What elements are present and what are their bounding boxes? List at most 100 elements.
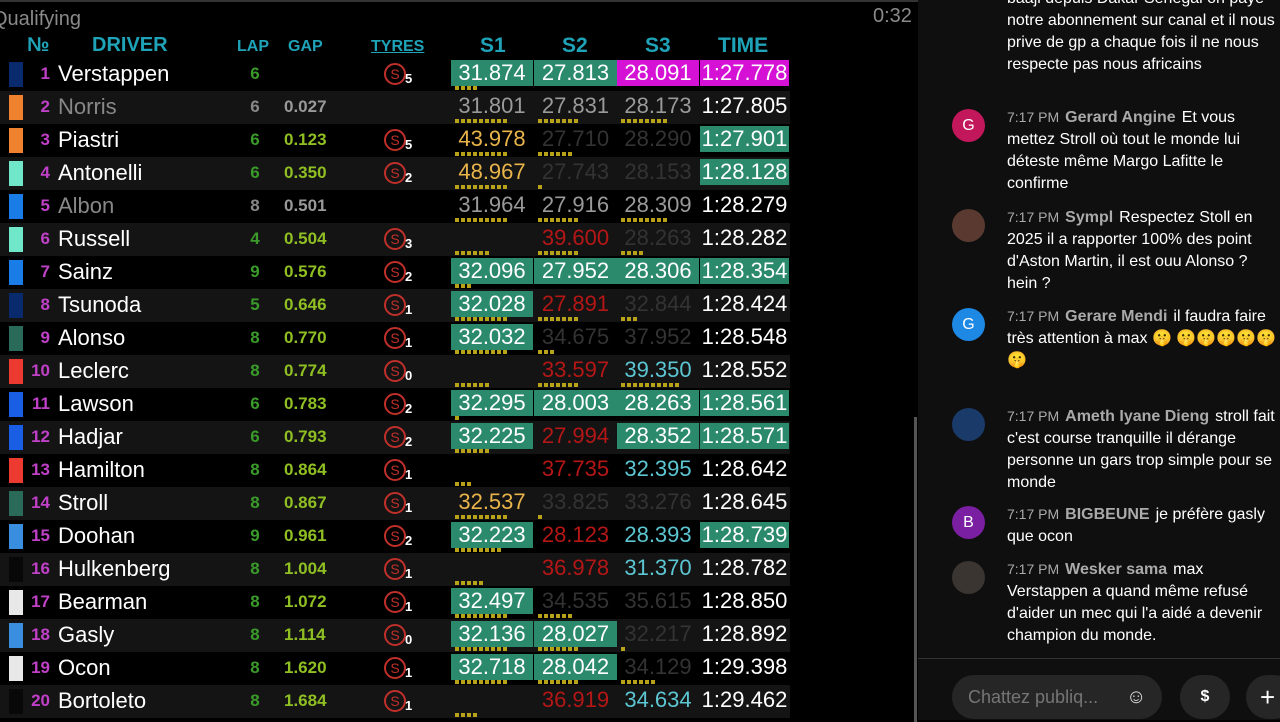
soft-tyre-icon: S: [384, 657, 406, 679]
mini-sector-dot: [657, 218, 661, 222]
table-row[interactable]: 12 Hadjar 6 0.793 S 2 32.225 27.994 28.352 1:28.5…: [0, 421, 790, 454]
lap-time: 1:28.128: [700, 159, 789, 185]
mini-sector-indicators: [455, 581, 537, 585]
gap-value: 0.576: [284, 262, 327, 281]
mini-sector-dot: [538, 515, 542, 519]
avatar[interactable]: [952, 561, 985, 594]
sector-2-time: 28.027: [534, 621, 617, 647]
message-author[interactable]: BIGBEUNE: [1065, 506, 1149, 523]
mini-sector-dot: [467, 119, 471, 123]
gap-value: 0.350: [284, 163, 327, 182]
sector-1-time: 32.295: [451, 390, 533, 416]
mini-sector-dot: [503, 317, 507, 321]
soft-tyre-icon: S: [384, 393, 406, 415]
plus-button[interactable]: +: [1246, 675, 1280, 719]
driver-name: Doohan: [58, 523, 136, 548]
mini-sector-dot: [568, 218, 572, 222]
message-author[interactable]: Gerare Mendi: [1065, 308, 1167, 325]
sector-3-time: 39.350: [624, 357, 692, 382]
sector-2-time: 39.600: [541, 225, 610, 250]
avatar[interactable]: G: [952, 109, 985, 142]
lap-count: 8: [250, 493, 260, 512]
super-chat-button[interactable]: $: [1180, 675, 1230, 719]
team-color-bar: [9, 293, 23, 318]
mini-sector-dot: [461, 647, 465, 651]
table-row[interactable]: 9 Alonso 8 0.770 S 1 32.032 34.675 37.952 1:28.54…: [0, 322, 790, 355]
table-row[interactable]: 20 Bortoleto 8 1.684 S 1 36.919 34.634 1:29.462: [0, 685, 790, 718]
tyre-age: 1: [405, 665, 413, 680]
lap-count: 9: [250, 526, 260, 545]
mini-sector-dot: [455, 416, 459, 420]
message-author[interactable]: Gerard Angine: [1065, 109, 1176, 126]
table-row[interactable]: 18 Gasly 8 1.114 S 0 32.136 28.027 32.217 1:28.89…: [0, 619, 790, 652]
sector-2-time: 37.735: [541, 456, 610, 481]
table-row[interactable]: 6 Russell 4 0.504 S 3 39.600 28.263 1:28.282: [0, 223, 790, 256]
emoji-icon[interactable]: ☺: [1126, 686, 1146, 709]
table-row[interactable]: 2 Norris 6 0.027 31.801 27.831 28.173 1:27.805: [0, 91, 790, 124]
scrollbar[interactable]: [914, 417, 917, 722]
avatar[interactable]: G: [952, 308, 985, 341]
position: 17: [31, 592, 50, 611]
table-row[interactable]: 1 Verstappen 6 S 5 31.874 27.813 28.091 1:27.778: [0, 58, 790, 91]
avatar[interactable]: B: [952, 506, 985, 539]
mini-sector-dot: [538, 317, 542, 321]
table-row[interactable]: 17 Bearman 8 1.072 S 1 32.497 34.535 35.615 1:28.…: [0, 586, 790, 619]
mini-sector-dot: [633, 218, 637, 222]
mini-sector-dot: [461, 383, 465, 387]
table-row[interactable]: 3 Piastri 6 0.123 S 5 43.978 27.710 28.290 1:27.9…: [0, 124, 790, 157]
table-row[interactable]: 13 Hamilton 8 0.864 S 1 37.735 32.395 1:28.642: [0, 454, 790, 487]
mini-sector-indicators: [538, 350, 621, 354]
mini-sector-dot: [485, 614, 489, 618]
table-row[interactable]: 14 Stroll 8 0.867 S 1 32.537 33.825 33.276 1:28.6…: [0, 487, 790, 520]
message-author[interactable]: Wesker sama: [1065, 561, 1167, 578]
table-row[interactable]: 11 Lawson 6 0.783 S 2 32.295 28.003 28.263 1:28.5…: [0, 388, 790, 421]
mini-sector-dot: [461, 284, 465, 288]
mini-sector-dot: [473, 680, 477, 684]
lap-time: 1:28.424: [701, 291, 788, 316]
team-color-bar: [9, 95, 23, 120]
sector-3-time: 28.153: [624, 159, 692, 184]
table-row[interactable]: 7 Sainz 9 0.576 S 2 32.096 27.952 28.306 1:28.354: [0, 256, 790, 289]
table-row[interactable]: 8 Tsunoda 5 0.646 S 1 32.028 27.891 32.844 1:28.4…: [0, 289, 790, 322]
mini-sector-dot: [550, 251, 554, 255]
table-row[interactable]: 19 Ocon 8 1.620 S 1 32.718 28.042 34.129 1:29.398: [0, 652, 790, 685]
mini-sector-dot: [491, 680, 495, 684]
avatar[interactable]: [952, 408, 985, 441]
mini-sector-dot: [497, 119, 501, 123]
sector-2-time: 36.978: [541, 555, 610, 580]
header-tyres-link[interactable]: TYRES: [371, 38, 424, 56]
mini-sector-dot: [491, 152, 495, 156]
mini-sector-dot: [485, 647, 489, 651]
mini-sector-indicators: [455, 86, 537, 90]
mini-sector-dot: [556, 680, 560, 684]
mini-sector-dot: [645, 383, 649, 387]
mini-sector-dot: [473, 86, 477, 90]
mini-sector-dot: [467, 515, 471, 519]
message-author[interactable]: Ameth Iyane Dieng: [1065, 408, 1209, 425]
mini-sector-dot: [479, 152, 483, 156]
table-row[interactable]: 16 Hulkenberg 8 1.004 S 1 36.978 31.370 1:28.782: [0, 553, 790, 586]
mini-sector-dot: [562, 152, 566, 156]
avatar[interactable]: [952, 209, 985, 242]
message-author[interactable]: Sympl: [1065, 209, 1113, 226]
mini-sector-dot: [503, 152, 507, 156]
mini-sector-dot: [621, 251, 625, 255]
mini-sector-dot: [574, 383, 578, 387]
table-row[interactable]: 10 Leclerc 8 0.774 S 0 33.597 39.350 1:28.552: [0, 355, 790, 388]
table-row[interactable]: 5 Albon 8 0.501 31.964 27.916 28.309 1:28.279: [0, 190, 790, 223]
mini-sector-dot: [544, 119, 548, 123]
table-row[interactable]: 4 Antonelli 6 0.350 S 2 48.967 27.743 28.153 1:28…: [0, 157, 790, 190]
mini-sector-dot: [621, 218, 625, 222]
mini-sector-dot: [467, 383, 471, 387]
mini-sector-dot: [461, 581, 465, 585]
mini-sector-dot: [467, 449, 471, 453]
header-time: TIME: [718, 34, 769, 57]
position: 1: [40, 64, 50, 83]
table-row[interactable]: 15 Doohan 9 0.961 S 2 32.223 28.123 28.393 1:28.7…: [0, 520, 790, 553]
mini-sector-indicators: [455, 647, 537, 651]
tyre-age: 3: [405, 236, 413, 251]
mini-sector-dot: [538, 251, 542, 255]
mini-sector-dot: [651, 119, 655, 123]
mini-sector-indicators: [621, 482, 703, 486]
lap-time: 1:28.645: [701, 489, 788, 514]
